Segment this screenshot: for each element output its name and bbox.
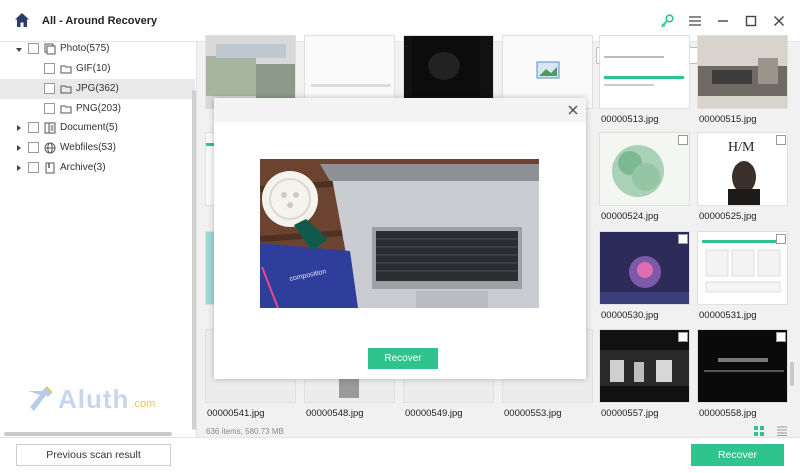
sidebar-item-archive[interactable]: Archive(3) (0, 158, 195, 178)
file-thumbnail (599, 231, 690, 305)
folder-icon (60, 103, 72, 115)
file-name: 00000531.jpg (699, 310, 757, 321)
gif-checkbox[interactable] (44, 63, 55, 74)
sidebar-item-label: JPG(362) (76, 83, 119, 94)
file-thumbnail (697, 231, 788, 305)
file-checkbox[interactable] (678, 135, 688, 145)
sidebar-item-label: GIF(10) (76, 63, 111, 74)
sidebar-item-label: Document(5) (60, 122, 118, 133)
previous-scan-result-button[interactable]: Previous scan result (16, 444, 171, 466)
file-thumbnail (599, 329, 690, 403)
sidebar-item-png[interactable]: PNG(203) (0, 99, 195, 119)
file-checkbox[interactable] (776, 332, 786, 342)
caret-down-icon[interactable] (15, 46, 23, 54)
caret-right-icon[interactable] (15, 164, 23, 172)
file-name: 00000557.jpg (601, 408, 659, 419)
file-tile[interactable]: 00000513.jpg (599, 35, 690, 127)
file-thumbnail (697, 329, 788, 403)
photo-folder-icon (44, 43, 56, 55)
file-name: 00000548.jpg (306, 408, 364, 419)
folder-icon (60, 63, 72, 75)
status-text: 636 items, 580.73 MB (206, 427, 284, 436)
file-thumbnail (599, 35, 690, 109)
archive-icon (44, 162, 56, 174)
file-thumbnail (697, 35, 788, 109)
sidebar-item-label: Webfiles(53) (60, 142, 116, 153)
caret-right-icon[interactable] (15, 124, 23, 132)
minimize-icon[interactable] (714, 12, 732, 30)
jpg-checkbox[interactable] (44, 83, 55, 94)
file-tile[interactable]: H/M 00000525.jpg (697, 132, 788, 224)
file-checkbox[interactable] (776, 234, 786, 244)
file-name: 00000549.jpg (405, 408, 463, 419)
file-tile[interactable]: 00000530.jpg (599, 231, 690, 323)
watermark: Aluth .com (24, 384, 155, 415)
document-checkbox[interactable] (28, 122, 39, 133)
folder-icon (60, 83, 72, 95)
file-tile[interactable]: 00000558.jpg (697, 329, 788, 421)
sidebar-item-label: Archive(3) (60, 162, 106, 173)
close-icon[interactable] (770, 12, 788, 30)
file-tile[interactable]: 00000557.jpg (599, 329, 690, 421)
file-thumbnail: H/M (697, 132, 788, 206)
file-name: 00000525.jpg (699, 211, 757, 222)
recover-button[interactable]: Recover (691, 444, 784, 466)
preview-dialog: composition Recover (214, 98, 586, 379)
file-tile[interactable]: 00000531.jpg (697, 231, 788, 323)
preview-image: composition (260, 159, 539, 308)
svg-text:H/M: H/M (728, 140, 755, 155)
sidebar-item-webfiles[interactable]: Webfiles(53) (0, 138, 195, 158)
key-icon[interactable] (658, 12, 676, 30)
preview-recover-button[interactable]: Recover (368, 348, 438, 369)
file-name: 00000558.jpg (699, 408, 757, 419)
globe-icon (44, 142, 56, 154)
dialog-header (214, 98, 586, 122)
png-checkbox[interactable] (44, 103, 55, 114)
file-name: 00000524.jpg (601, 211, 659, 222)
list-view-icon[interactable] (777, 426, 787, 436)
file-checkbox[interactable] (678, 234, 688, 244)
horizontal-scrollbar[interactable] (4, 432, 172, 436)
file-name: 00000553.jpg (504, 408, 562, 419)
menu-icon[interactable] (686, 12, 704, 30)
archive-checkbox[interactable] (28, 162, 39, 173)
file-tile[interactable]: 00000515.jpg (697, 35, 788, 127)
sidebar-item-jpg[interactable]: JPG(362) (0, 79, 195, 99)
grid-view-icon[interactable] (754, 426, 764, 436)
home-icon[interactable] (14, 12, 30, 28)
grid-scrollbar[interactable] (790, 362, 794, 386)
file-name: 00000515.jpg (699, 114, 757, 125)
file-thumbnail (599, 132, 690, 206)
maximize-icon[interactable] (742, 12, 760, 30)
document-icon (44, 122, 56, 134)
file-checkbox[interactable] (678, 332, 688, 342)
watermark-text: Aluth (58, 384, 130, 414)
caret-right-icon[interactable] (15, 144, 23, 152)
photo-checkbox[interactable] (28, 43, 39, 54)
file-name: 00000513.jpg (601, 114, 659, 125)
sidebar-item-label: PNG(203) (76, 103, 122, 114)
sidebar-item-document[interactable]: Document(5) (0, 118, 195, 138)
file-name: 00000530.jpg (601, 310, 659, 321)
watermark-suffix: .com (131, 397, 156, 410)
app-title: All - Around Recovery (42, 15, 158, 27)
hammer-logo-icon (28, 385, 53, 411)
sidebar-item-label: Photo(575) (60, 43, 110, 54)
sidebar-scrollbar[interactable] (192, 90, 196, 430)
file-tile[interactable]: 00000524.jpg (599, 132, 690, 224)
close-icon[interactable] (567, 104, 579, 116)
webfiles-checkbox[interactable] (28, 142, 39, 153)
file-name: 00000541.jpg (207, 408, 265, 419)
sidebar-item-gif[interactable]: GIF(10) (0, 59, 195, 79)
sidebar-item-photo[interactable]: Photo(575) (0, 39, 195, 59)
sidebar: Photo(575) GIF(10) JPG(362) PNG(203) Doc… (0, 42, 197, 437)
footer-bar: Previous scan result Recover (0, 437, 800, 473)
file-checkbox[interactable] (776, 135, 786, 145)
